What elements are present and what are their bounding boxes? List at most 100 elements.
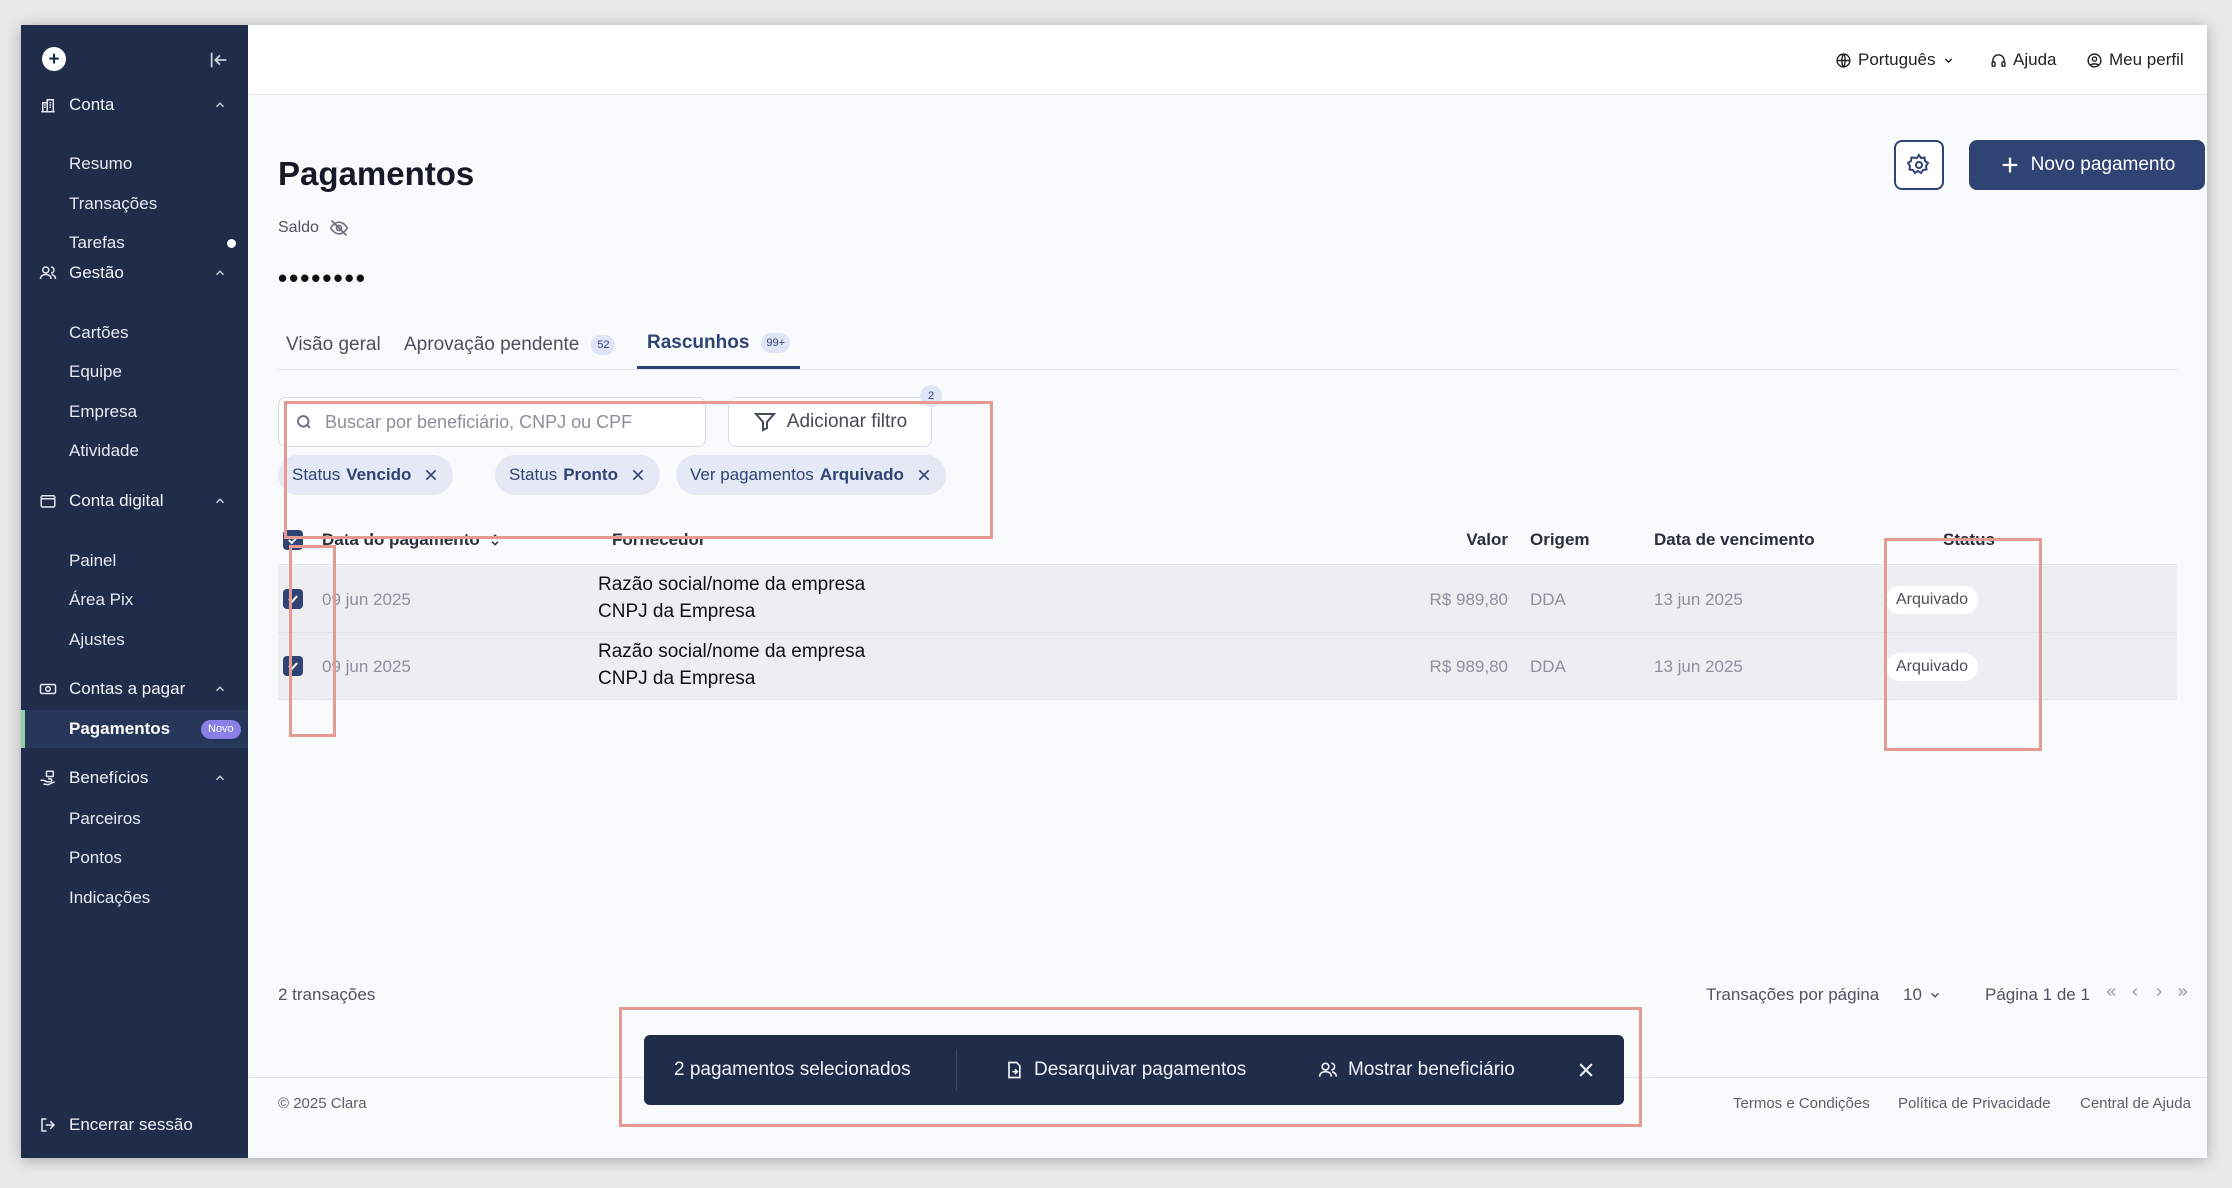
check-icon (288, 536, 298, 545)
plus-icon (2002, 157, 2017, 173)
balance-label-row: Saldo (278, 218, 349, 238)
clara-logo[interactable]: + (42, 47, 66, 71)
new-payment-button[interactable]: Novo pagamento (1969, 140, 2205, 190)
sidebar-item-resumo[interactable]: Resumo (21, 145, 248, 183)
chip-value: Vencido (346, 465, 412, 484)
footer-link-terms[interactable]: Termos e Condições (1733, 1095, 1870, 1112)
profile-link[interactable]: Meu perfil (2086, 49, 2184, 71)
search-input[interactable] (325, 411, 695, 433)
close-icon[interactable] (630, 467, 646, 483)
previous-page-icon[interactable] (2128, 985, 2142, 999)
sort-icon (491, 534, 499, 546)
tab-count-badge: 99+ (761, 333, 791, 353)
tab-label: Visão geral (286, 333, 381, 355)
status-badge: Arquivado (1886, 653, 1979, 681)
eye-off-icon[interactable] (329, 218, 349, 238)
table-header: Data do pagamento Fornecedor Valor Orige… (278, 515, 2177, 565)
chevron-up-icon (215, 270, 225, 276)
supplier-name: Razão social/nome da empresa (598, 641, 866, 662)
sidebar-item-equipe[interactable]: Equipe (21, 353, 248, 391)
close-action-bar-button[interactable] (1576, 1035, 1596, 1105)
tabs: Visão geral Aprovação pendente 52 Rascunh… (276, 320, 2177, 370)
search-field[interactable] (278, 397, 706, 447)
tab-rascunhos[interactable]: Rascunhos 99+ (637, 320, 801, 369)
sidebar-item-pontos[interactable]: Pontos (21, 839, 248, 877)
select-all-checkbox[interactable] (283, 530, 303, 550)
show-beneficiary-button[interactable]: Mostrar beneficiário (1318, 1035, 1515, 1105)
new-badge: Novo (201, 719, 241, 739)
table-row[interactable]: 09 jun 2025 Razão social/nome da empresa… (278, 633, 2177, 700)
chevron-up-icon (215, 775, 225, 781)
main-content: Pagamentos Novo pagamento Saldo ••••••••… (248, 95, 2207, 1158)
column-header-supplier: Fornecedor (612, 515, 706, 565)
sidebar-item-ajustes[interactable]: Ajustes (21, 621, 248, 659)
per-page-select[interactable]: 10 (1903, 985, 1942, 1005)
next-page-icon[interactable] (2152, 985, 2166, 999)
sidebar-item-parceiros[interactable]: Parceiros (21, 800, 248, 838)
column-header-status: Status (1943, 515, 1995, 565)
column-label: Data de vencimento (1654, 530, 1815, 549)
row-checkbox[interactable] (283, 589, 303, 609)
sidebar-item-label: Resumo (69, 154, 133, 173)
sidebar-item-empresa[interactable]: Empresa (21, 393, 248, 431)
tab-count-badge: 52 (591, 334, 616, 355)
supplier-name: Razão social/nome da empresa (598, 574, 866, 595)
table-row[interactable]: 09 jun 2025 Razão social/nome da empresa… (278, 566, 2177, 633)
sidebar-item-atividade[interactable]: Atividade (21, 432, 248, 470)
balance-value: •••••••• (278, 263, 367, 293)
sidebar-item-label: Pontos (69, 848, 122, 867)
user-circle-icon (2087, 52, 2102, 68)
action-bar-divider (956, 1049, 957, 1091)
users-icon (39, 266, 57, 280)
footer-link-help-center[interactable]: Central de Ajuda (2080, 1095, 2191, 1112)
first-page-icon[interactable] (2104, 985, 2118, 999)
value-cell: R$ 989,80 (1429, 589, 1508, 609)
language-selector[interactable]: Português (1835, 49, 1955, 71)
unarchive-payments-button[interactable]: Desarquivar pagamentos (1004, 1035, 1246, 1105)
footer-link-privacy[interactable]: Política de Privacidade (1898, 1095, 2051, 1112)
row-checkbox[interactable] (283, 656, 303, 676)
column-header-payment-date[interactable]: Data do pagamento (322, 515, 502, 565)
sidebar-section-contas-a-pagar[interactable]: Contas a pagar (21, 671, 248, 707)
close-icon[interactable] (423, 467, 439, 483)
sidebar-item-transacoes[interactable]: Transações (21, 185, 248, 223)
filter-chip-ver-pagamentos-arquivado[interactable]: Ver pagamentos Arquivado (676, 455, 946, 495)
unarchive-label: Desarquivar pagamentos (1034, 1059, 1247, 1080)
sidebar-item-painel[interactable]: Painel (21, 542, 248, 580)
tab-aprovacao-pendente[interactable]: Aprovação pendente 52 (394, 320, 625, 369)
collapse-sidebar-icon[interactable] (208, 49, 230, 71)
help-link[interactable]: Ajuda (1990, 49, 2056, 71)
sidebar-item-cartoes[interactable]: Cartões (21, 314, 248, 352)
close-icon[interactable] (916, 467, 932, 483)
gear-icon (1907, 153, 1930, 175)
logout-button[interactable]: Encerrar sessão (21, 1107, 248, 1143)
sidebar-item-label: Equipe (69, 362, 122, 381)
chevron-down-icon (1944, 57, 1952, 63)
sidebar-section-label: Gestão (69, 263, 124, 282)
gift-hand-icon (40, 770, 56, 786)
bulk-action-bar: 2 pagamentos selecionados Desarquivar pa… (644, 1035, 1624, 1105)
sidebar-item-pagamentos[interactable]: Pagamentos Novo (21, 710, 248, 748)
last-page-icon[interactable] (2176, 985, 2190, 999)
value-cell: R$ 989,80 (1429, 656, 1508, 676)
filter-chip-status-vencido[interactable]: Status Vencido (278, 455, 454, 495)
column-label: Data do pagamento (322, 530, 480, 549)
sidebar-section-gestao[interactable]: Gestão (21, 255, 248, 291)
sidebar-item-area-pix[interactable]: Área Pix (21, 581, 248, 619)
sidebar-section-conta-digital[interactable]: Conta digital (21, 483, 248, 519)
settings-button[interactable] (1894, 140, 1944, 190)
new-payment-label: Novo pagamento (2030, 154, 2176, 175)
tab-label: Aprovação pendente (404, 333, 580, 355)
column-label: Status (1943, 530, 1995, 549)
sidebar-section-conta[interactable]: Conta (21, 87, 248, 123)
sidebar-item-indicacoes[interactable]: Indicações (21, 879, 248, 917)
chip-prefix: Status (292, 465, 341, 484)
tab-visao-geral[interactable]: Visão geral (276, 320, 391, 369)
sidebar-section-beneficios[interactable]: Benefícios (21, 760, 248, 796)
filter-chip-status-pronto[interactable]: Status Pronto (495, 455, 660, 495)
due-date-cell: 13 jun 2025 (1654, 656, 1743, 676)
per-page-label: Transações por página (1706, 985, 1880, 1004)
add-filter-button[interactable]: Adicionar filtro (728, 397, 932, 447)
document-restore-icon (1008, 1061, 1021, 1079)
top-bar: Português Ajuda Meu perfil (248, 25, 2207, 95)
